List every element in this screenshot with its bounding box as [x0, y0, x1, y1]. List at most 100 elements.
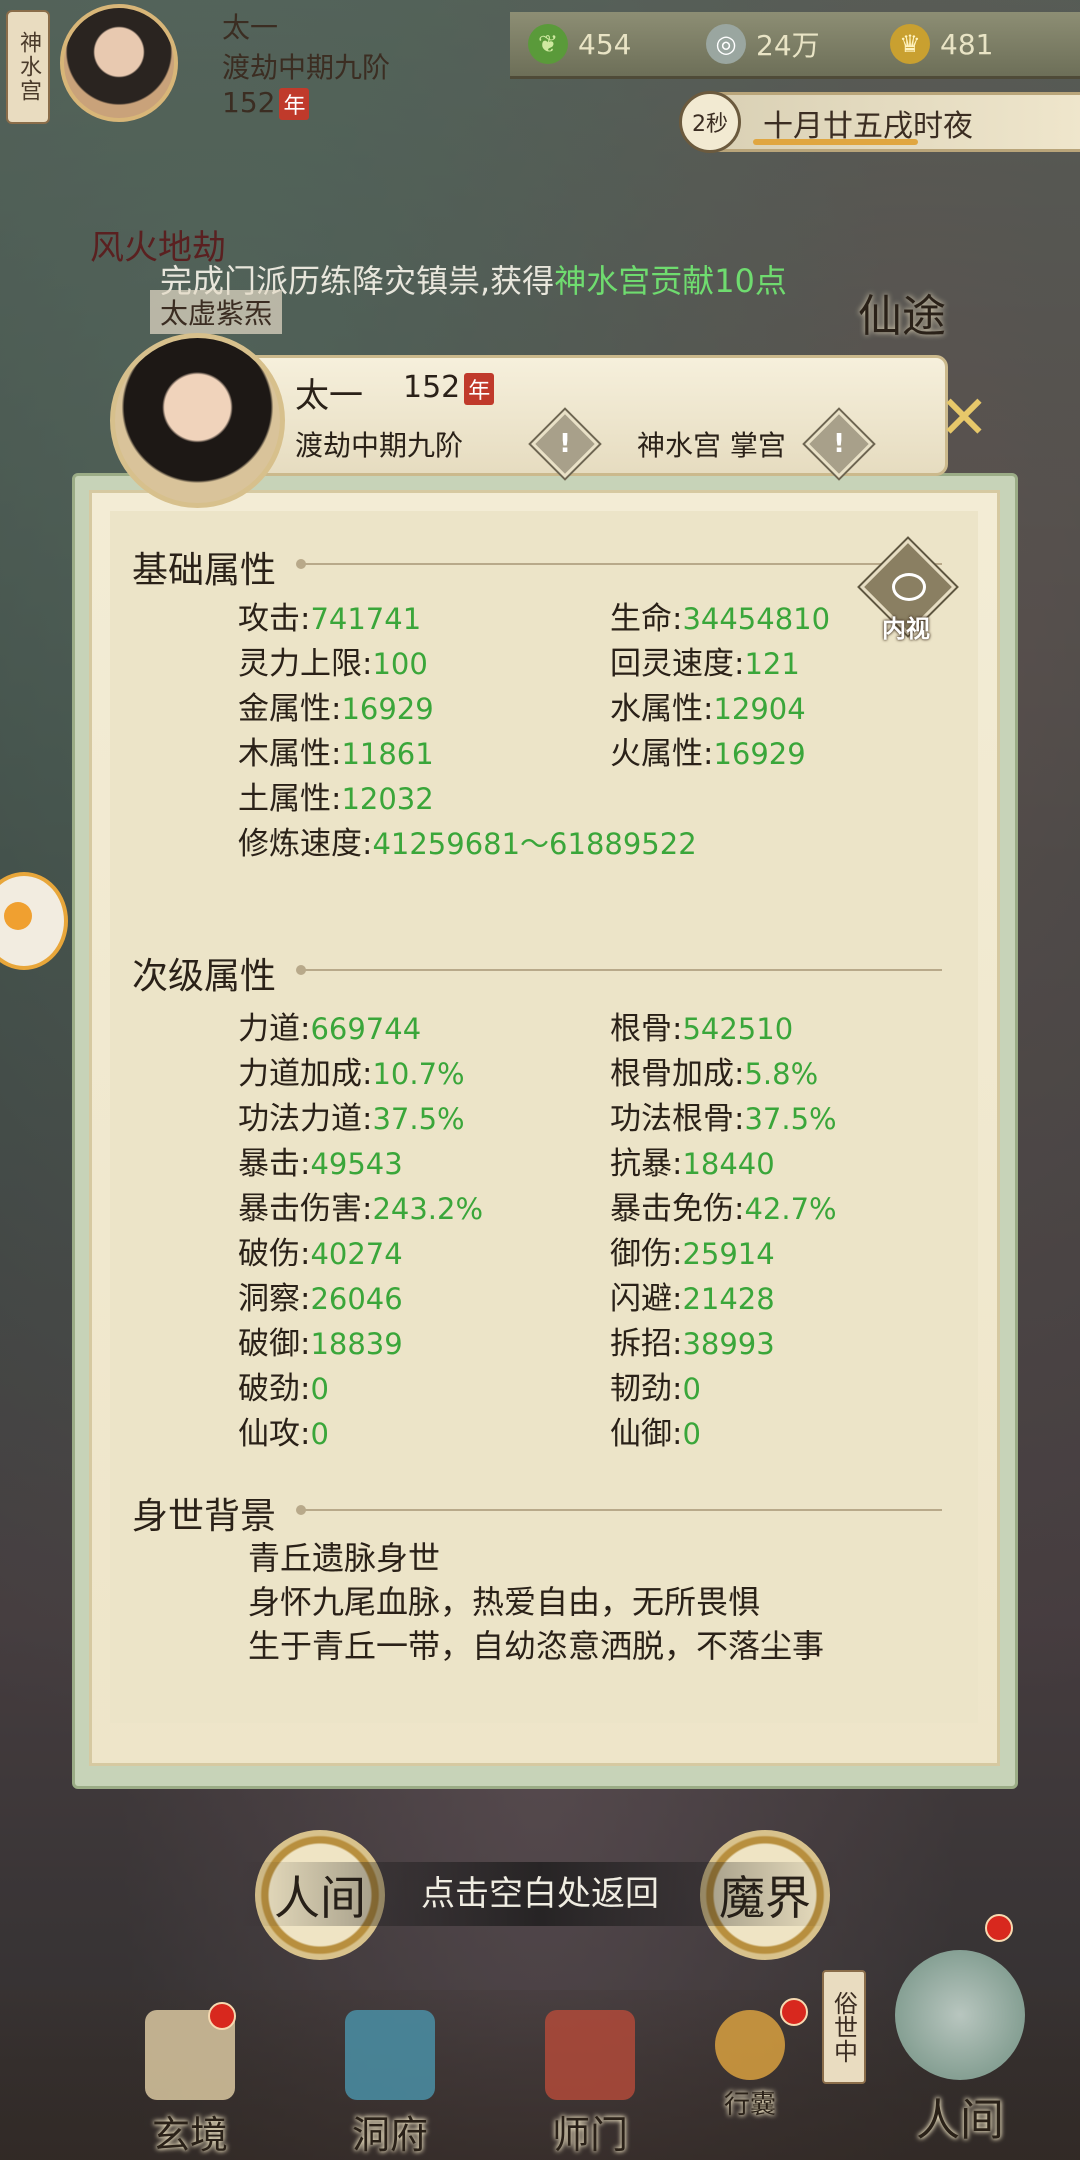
character-portrait — [110, 333, 285, 508]
stat-value: 21428 — [682, 1282, 775, 1316]
stat-label: 暴击免伤: — [610, 1191, 745, 1227]
stat-value: 37.5% — [744, 1102, 837, 1136]
stat-label: 根骨: — [610, 1011, 683, 1047]
resource-ingot-value: 481 — [940, 27, 994, 61]
stat-item: 御伤:25914 — [610, 1228, 775, 1273]
character-attributes-dialog: 基础属性 内视 攻击:741741 生命:34454810 灵力上限:100 回灵速度… — [72, 333, 1018, 1789]
background-line: 青丘遗脉身世 — [248, 1539, 441, 1577]
stat-label: 火属性: — [610, 736, 714, 772]
stat-value: 16929 — [341, 692, 434, 726]
stat-value: 5.8% — [744, 1057, 819, 1091]
nav-dongfu[interactable]: 洞府 — [320, 2010, 460, 2160]
background-heading: 身世背景 — [132, 1487, 942, 1539]
background-line: 身怀九尾血脉，热爱自由，无所畏惧 — [248, 1583, 761, 1621]
stat-label: 功法根骨: — [610, 1101, 745, 1137]
notification-dot — [780, 1998, 808, 2026]
player-name: 太一 — [222, 11, 279, 44]
stat-label: 土属性: — [238, 781, 342, 817]
ingot-icon: ♛ — [890, 24, 930, 64]
stat-value: 11861 — [341, 737, 434, 771]
side-label[interactable]: 仙途 — [858, 280, 958, 344]
stat-item: 火属性:16929 — [610, 728, 806, 773]
nav-shimen[interactable]: 师门 — [520, 2010, 660, 2160]
banner-icon — [545, 2010, 635, 2100]
nav-label: 师门 — [551, 2113, 628, 2157]
nav-xuanjing[interactable]: 玄境 — [120, 2010, 260, 2160]
stat-item: 仙御:0 — [610, 1408, 701, 1453]
stat-item: 暴击:49543 — [238, 1138, 403, 1183]
stat-value: 121 — [744, 647, 800, 681]
stat-item: 洞察:26046 — [238, 1273, 403, 1318]
nav-label: 行囊 — [723, 2090, 776, 2120]
bottom-nav: 玄境 洞府 师门 行囊 人间 俗世中 — [0, 1914, 1080, 2160]
close-icon[interactable]: ✕ — [924, 383, 1004, 453]
stat-label: 功法力道: — [238, 1101, 373, 1137]
stat-item: 暴击免伤:42.7% — [610, 1183, 837, 1228]
year-badge: 年 — [464, 372, 495, 405]
stat-value: 542510 — [682, 1012, 794, 1046]
stat-value: 0 — [310, 1372, 329, 1406]
inner-view-button[interactable]: 内视 — [859, 538, 957, 643]
stat-value: 37.5% — [372, 1102, 465, 1136]
leaf-icon: ❦ — [528, 24, 568, 64]
stat-item: 破伤:40274 — [238, 1228, 403, 1273]
inner-view-label: 内视 — [882, 615, 930, 643]
stat-item: 仙攻:0 — [238, 1408, 329, 1453]
stat-label: 水属性: — [610, 691, 714, 727]
attributes-scroll[interactable]: 基础属性 内视 攻击:741741 生命:34454810 灵力上限:100 回灵速度… — [110, 511, 978, 1723]
resource-coin[interactable]: ◎ 24万 — [706, 22, 820, 66]
stat-value: 42.7% — [744, 1192, 837, 1226]
stat-item: 暴击伤害:243.2% — [238, 1183, 483, 1228]
stat-label: 修炼速度: — [238, 826, 373, 862]
stat-label: 御伤: — [610, 1236, 683, 1272]
stat-value: 12032 — [341, 782, 434, 816]
player-info: 太一 渡劫中期九阶 152 年 — [180, 6, 450, 136]
sect-tag[interactable]: 神水宫 — [6, 10, 50, 124]
realm-info-icon[interactable]: ! — [531, 410, 599, 478]
nav-xingnang[interactable]: 行囊 — [700, 2010, 800, 2160]
stat-item: 破御:18839 — [238, 1318, 403, 1363]
bag-icon — [715, 2010, 785, 2080]
character-age: 152 年 — [403, 370, 495, 405]
stat-label: 根骨加成: — [610, 1056, 745, 1092]
resource-coin-value: 24万 — [756, 29, 820, 62]
stat-item: 根骨:542510 — [610, 1003, 793, 1048]
return-hint[interactable]: 点击空白处返回 — [240, 1862, 840, 1926]
top-status-bar: 神水宫 太一 渡劫中期九阶 152 年 ❦ 454 ◎ 24万 ♛ 481 2秒 … — [0, 0, 1080, 153]
secondary-attributes-heading: 次级属性 — [132, 947, 942, 999]
stat-label: 破伤: — [238, 1236, 311, 1272]
sect-info-icon[interactable]: ! — [805, 410, 873, 478]
stat-value: 34454810 — [682, 602, 831, 636]
dialog-header: 太一 152 年 渡劫中期九阶 ! 神水宫 掌宫 ! — [110, 333, 948, 508]
stat-label: 力道加成: — [238, 1056, 373, 1092]
pavilion-icon — [345, 2010, 435, 2100]
world-tag: 俗世中 — [822, 1970, 866, 2084]
stat-item: 土属性:12032 — [238, 773, 434, 818]
player-avatar[interactable] — [60, 4, 178, 122]
stat-item: 根骨加成:5.8% — [610, 1048, 818, 1093]
player-realm: 渡劫中期九阶 — [222, 51, 391, 84]
resource-ingot[interactable]: ♛ 481 — [890, 22, 993, 66]
game-time-bar[interactable]: 2秒 十月廿五戌时夜 — [679, 91, 1080, 153]
stat-label: 韧劲: — [610, 1371, 683, 1407]
stat-item: 抗暴:18440 — [610, 1138, 775, 1183]
resource-bar: ❦ 454 ◎ 24万 ♛ 481 — [510, 12, 1080, 79]
stat-item: 功法根骨:37.5% — [610, 1093, 837, 1138]
dialog-paper: 基础属性 内视 攻击:741741 生命:34454810 灵力上限:100 回灵速度… — [89, 490, 1000, 1766]
stat-item: 力道:669744 — [238, 1003, 421, 1048]
resource-leaf[interactable]: ❦ 454 — [528, 22, 631, 66]
stat-value: 38993 — [682, 1327, 775, 1361]
stat-item: 修炼速度:41259681～61889522 — [238, 818, 697, 863]
stat-value: 25914 — [682, 1237, 775, 1271]
nav-renjian[interactable]: 人间 — [860, 1950, 1060, 2160]
character-name: 太一 — [295, 376, 363, 416]
stat-value: 18440 — [682, 1147, 775, 1181]
event-location: 太虚紫炁 — [150, 290, 283, 334]
stat-label: 仙攻: — [238, 1416, 311, 1452]
stat-value: 49543 — [310, 1147, 403, 1181]
stat-label: 力道: — [238, 1011, 311, 1047]
background-line: 生于青丘一带，自幼恣意洒脱，不落尘事 — [248, 1627, 825, 1665]
coin-icon: ◎ — [706, 24, 746, 64]
dialog-panel: 基础属性 内视 攻击:741741 生命:34454810 灵力上限:100 回灵速度… — [72, 473, 1018, 1789]
stat-value: 0 — [310, 1417, 329, 1451]
